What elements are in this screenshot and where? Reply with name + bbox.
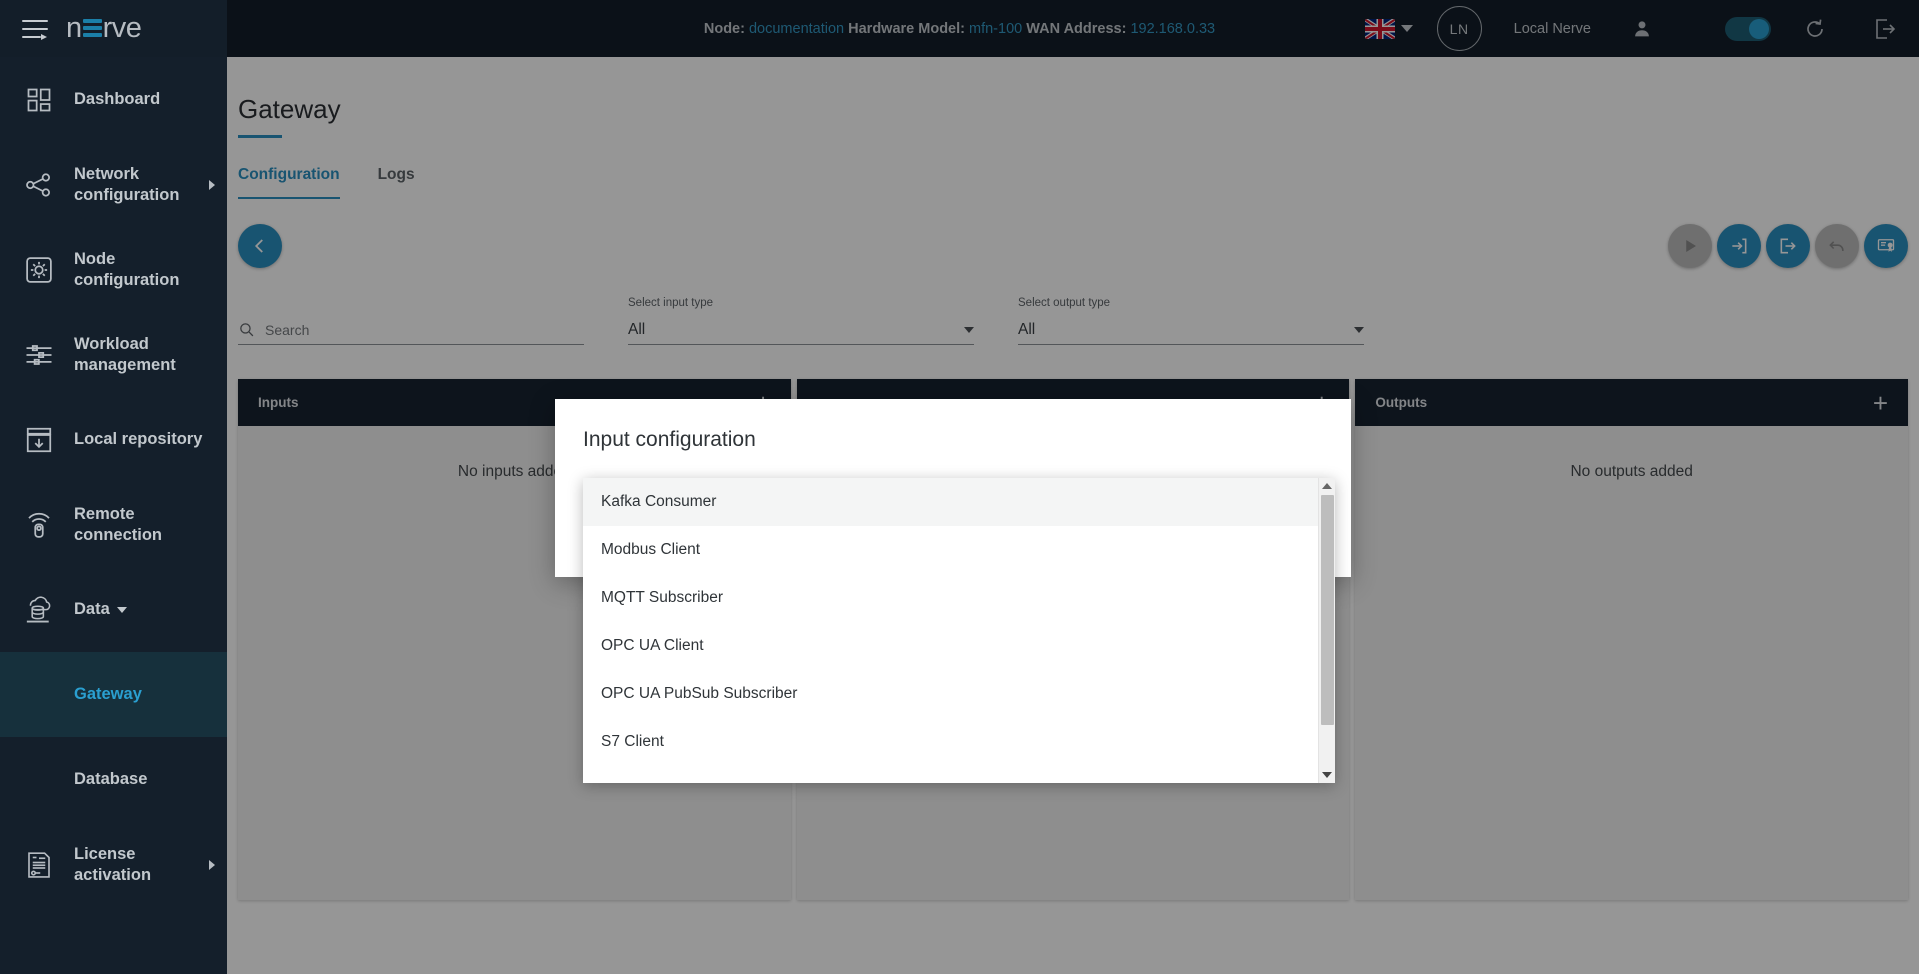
cloud-database-icon (16, 594, 62, 626)
sidebar-item-network-configuration[interactable]: Networkconfiguration (0, 142, 227, 227)
remote-icon (16, 510, 62, 540)
scrollbar-thumb[interactable] (1321, 495, 1334, 725)
sidebar-item-label: Workloadmanagement (74, 334, 176, 374)
sidebar-item-label: Networkconfiguration (74, 164, 179, 204)
caret-down-icon (117, 607, 127, 613)
sidebar-item-label: Remoteconnection (74, 504, 162, 544)
sidebar-item-workload-management[interactable]: Workloadmanagement (0, 312, 227, 397)
sidebar-item-dashboard[interactable]: Dashboard (0, 57, 227, 142)
sliders-icon (16, 340, 62, 370)
sidebar-item-label: Local repository (74, 429, 202, 449)
scroll-up-arrow-icon[interactable] (1322, 483, 1332, 489)
dropdown-option-mqtt-subscriber[interactable]: MQTT Subscriber (583, 574, 1318, 622)
sidebar-item-label: Dashboard (74, 89, 160, 109)
dropdown-option-s7-client[interactable]: S7 Client (583, 718, 1318, 766)
sidebar-item-remote-connection[interactable]: Remoteconnection (0, 482, 227, 567)
sidebar-item-label: Licenseactivation (74, 844, 151, 884)
scroll-down-arrow-icon[interactable] (1322, 772, 1332, 778)
logo-text-right: rve (103, 12, 142, 45)
sidebar-item-node-configuration[interactable]: Nodeconfiguration (0, 227, 227, 312)
sidebar-subitem-label: Database (74, 770, 147, 789)
network-icon (16, 170, 62, 200)
logo-text-left: n (66, 12, 82, 45)
modal-title: Input configuration (555, 399, 1351, 452)
dropdown-option-opc-ua-pubsub-subscriber[interactable]: OPC UA PubSub Subscriber (583, 670, 1318, 718)
sidebar-item-label: Nodeconfiguration (74, 249, 179, 289)
logo-e-icon (83, 17, 102, 37)
sidebar: Dashboard Networkconfiguration Nodeconfi… (0, 57, 227, 974)
nerve-logo: n rve (66, 12, 141, 45)
sidebar-item-local-repository[interactable]: Local repository (0, 397, 227, 482)
sidebar-item-license-activation[interactable]: Licenseactivation (0, 822, 227, 907)
sidebar-item-label: Data (74, 599, 110, 619)
dropdown-option-list: Kafka Consumer Modbus Client MQTT Subscr… (583, 478, 1318, 783)
hamburger-menu-icon[interactable] (22, 18, 48, 40)
dropdown-option-opc-ua-client[interactable]: OPC UA Client (583, 622, 1318, 670)
sidebar-subitem-label: Gateway (74, 685, 142, 704)
dropdown-option-modbus-client[interactable]: Modbus Client (583, 526, 1318, 574)
chevron-right-icon (209, 860, 215, 870)
sidebar-item-gateway[interactable]: Gateway (0, 652, 227, 737)
dropdown-option-kafka-consumer[interactable]: Kafka Consumer (583, 478, 1318, 526)
gear-box-icon (16, 255, 62, 285)
input-type-dropdown: Kafka Consumer Modbus Client MQTT Subscr… (583, 478, 1335, 783)
repository-icon (16, 425, 62, 455)
chevron-right-icon (209, 180, 215, 190)
dropdown-scrollbar[interactable] (1318, 478, 1335, 783)
dashboard-icon (16, 86, 62, 114)
sidebar-item-database[interactable]: Database (0, 737, 227, 822)
license-icon (16, 850, 62, 880)
sidebar-item-data[interactable]: Data (0, 567, 227, 652)
